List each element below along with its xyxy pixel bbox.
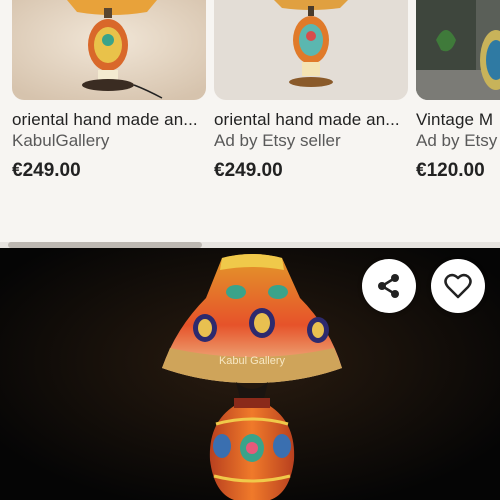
listing-card[interactable]: Vintage M Ad by Etsy €120.00 [416,0,500,181]
listing-title[interactable]: oriental hand made an... [214,110,400,130]
share-icon [378,274,399,298]
listing-thumbnail[interactable] [12,0,206,100]
listing-card[interactable]: oriental hand made an... Ad by Etsy sell… [214,0,408,181]
listing-title[interactable]: oriental hand made an... [12,110,198,130]
listing-seller[interactable]: Ad by Etsy [416,131,497,151]
listing-thumbnail[interactable] [416,0,500,100]
listing-seller[interactable]: KabulGallery [12,131,109,151]
listing-seller[interactable]: Ad by Etsy seller [214,131,341,151]
heart-icon [444,273,472,299]
watermark: Kabul Gallery [219,355,286,367]
listing-hero-image[interactable]: Kabul Gallery [0,248,500,500]
listing-thumbnail[interactable] [214,0,408,100]
listing-card[interactable]: oriental hand made an... KabulGallery €2… [12,0,206,181]
favorite-button[interactable] [431,259,485,313]
listing-price: €249.00 [214,160,283,181]
related-listings-carousel: oriental hand made an... KabulGallery €2… [0,0,500,228]
listing-title[interactable]: Vintage M [416,110,493,130]
listing-price: €249.00 [12,160,81,181]
share-button[interactable] [362,259,416,313]
listing-price: €120.00 [416,160,485,181]
